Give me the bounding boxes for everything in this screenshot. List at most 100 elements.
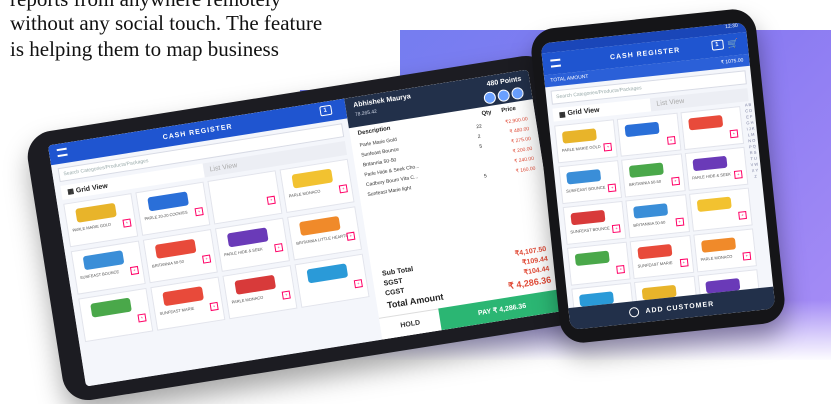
add-icon[interactable]: + bbox=[729, 129, 739, 139]
edit-icon[interactable] bbox=[510, 86, 525, 101]
product-tile[interactable]: + bbox=[680, 106, 745, 151]
product-image bbox=[700, 237, 736, 253]
grid-view-label: Grid View bbox=[75, 182, 109, 195]
product-tile[interactable]: PARLE MONACO + bbox=[692, 228, 757, 273]
product-tile[interactable]: + bbox=[688, 187, 753, 232]
product-tile[interactable]: + bbox=[617, 112, 682, 157]
add-icon[interactable]: + bbox=[274, 243, 284, 253]
add-icon[interactable]: + bbox=[738, 210, 747, 220]
product-tile[interactable]: SUNFEAST MARIE + bbox=[150, 276, 226, 331]
product-name: PARLE MARIE GOLD bbox=[72, 221, 112, 233]
header-title: CASH REGISTER bbox=[609, 46, 681, 61]
product-tile[interactable]: + bbox=[78, 287, 154, 343]
add-icon[interactable]: + bbox=[679, 258, 689, 268]
cart-icon[interactable]: 🛒 bbox=[727, 38, 740, 50]
add-icon[interactable]: + bbox=[666, 136, 676, 145]
phone-device: 12:30 CASH REGISTER 1 🛒 TOTAL AMOUNT ₹ 1… bbox=[529, 7, 787, 345]
product-image bbox=[154, 238, 197, 259]
product-tile[interactable]: PARLE MARIE GOLD + bbox=[63, 193, 139, 248]
list-view-label: List View bbox=[656, 97, 685, 108]
add-icon[interactable]: + bbox=[612, 224, 621, 234]
menu-icon[interactable] bbox=[550, 58, 562, 68]
phone-screen: 12:30 CASH REGISTER 1 🛒 TOTAL AMOUNT ₹ 1… bbox=[540, 22, 776, 330]
product-tile[interactable]: BRITANNIA 50-50 + bbox=[625, 194, 690, 239]
product-name: PARLE 20-20 COOKIES bbox=[144, 209, 188, 222]
add-icon[interactable]: + bbox=[209, 301, 219, 312]
menu-icon[interactable] bbox=[56, 147, 68, 158]
add-icon[interactable]: + bbox=[733, 170, 743, 179]
product-image bbox=[162, 286, 204, 307]
add-icon[interactable]: + bbox=[194, 207, 204, 217]
add-icon[interactable]: + bbox=[266, 195, 276, 205]
loyalty-points: 480 Points bbox=[486, 75, 522, 89]
cart-count-badge[interactable]: 1 bbox=[710, 39, 725, 51]
product-tile[interactable]: PARLE MONACO + bbox=[279, 158, 355, 214]
article-text: reports from anywhere remotely without a… bbox=[0, 0, 400, 90]
add-icon[interactable]: + bbox=[137, 313, 147, 323]
product-tile[interactable]: SUNFEAST BOUNCE + bbox=[558, 160, 623, 205]
product-tile[interactable]: PARLE MONACO + bbox=[222, 265, 298, 320]
product-image bbox=[696, 196, 732, 213]
product-image bbox=[82, 250, 125, 271]
list-view-label: List View bbox=[209, 161, 238, 173]
discount-icon[interactable] bbox=[483, 90, 497, 105]
note-icon[interactable] bbox=[496, 88, 511, 103]
product-tile[interactable]: SUNFEAST BOUNCE + bbox=[562, 200, 627, 245]
product-name: PARLE MONACO bbox=[231, 294, 264, 305]
product-image bbox=[219, 179, 262, 201]
cart-count-badge[interactable]: 1 bbox=[318, 104, 333, 117]
add-icon[interactable]: + bbox=[607, 183, 617, 193]
product-image bbox=[570, 209, 606, 226]
customer-phone: 78.265.42 bbox=[354, 108, 378, 119]
total-amount-value: ₹ 1075.00 bbox=[720, 57, 744, 66]
product-image bbox=[226, 227, 269, 248]
product-tile[interactable]: PARLE 20-20 COOKIES + bbox=[135, 181, 211, 236]
product-name: PARLE HIDE & SEEK bbox=[223, 246, 264, 258]
product-tile[interactable]: + bbox=[567, 241, 631, 286]
product-tile[interactable]: PARLE HIDE & SEEK + bbox=[684, 146, 749, 191]
add-icon[interactable]: + bbox=[603, 142, 613, 152]
add-icon[interactable]: + bbox=[742, 251, 752, 261]
product-tile[interactable]: SUNFEAST MARIE + bbox=[629, 234, 694, 280]
order-panel: Abhishek Maurya 78.265.42 480 Points Des… bbox=[344, 69, 567, 340]
add-icon[interactable]: + bbox=[670, 176, 680, 186]
product-panel: CASH REGISTER 1 Search Categories/Produc… bbox=[47, 98, 383, 387]
product-image bbox=[298, 215, 341, 237]
add-icon[interactable]: + bbox=[202, 254, 212, 264]
add-icon[interactable]: + bbox=[353, 279, 363, 289]
article-line: is helping them to map business bbox=[10, 37, 279, 61]
product-image bbox=[291, 168, 334, 189]
add-icon[interactable]: + bbox=[129, 265, 140, 276]
product-tile[interactable]: + bbox=[294, 253, 370, 308]
product-tile[interactable]: BRITANNIA 50-50 + bbox=[142, 229, 218, 284]
product-name: BRITANNIA 50-50 bbox=[628, 178, 662, 188]
product-tile[interactable]: SUNFEAST BOUNCE + bbox=[70, 240, 146, 295]
hold-button[interactable]: HOLD bbox=[378, 308, 442, 340]
add-icon[interactable]: + bbox=[122, 218, 132, 228]
add-icon[interactable]: + bbox=[675, 217, 684, 227]
product-tile[interactable]: PARLE HIDE & SEEK + bbox=[214, 217, 290, 272]
product-tile[interactable]: PARLE MARIE GOLD + bbox=[554, 119, 619, 164]
product-name: BRITANNIA 50-50 bbox=[151, 258, 185, 269]
product-name: PARLE MARIE GOLD bbox=[561, 143, 601, 153]
product-name: BRITANNIA 50-50 bbox=[633, 219, 666, 228]
item-qty: 5 bbox=[483, 173, 488, 180]
article-line: without any social touch. The feature bbox=[10, 11, 323, 35]
product-name: PARLE MONACO bbox=[288, 188, 321, 199]
product-image bbox=[306, 263, 349, 284]
product-name: SUNFEAST BOUNCE bbox=[565, 184, 606, 194]
product-image bbox=[637, 243, 673, 260]
add-icon[interactable]: + bbox=[338, 184, 348, 194]
add-icon[interactable]: + bbox=[616, 264, 626, 274]
add-icon[interactable]: + bbox=[281, 290, 291, 300]
product-tile[interactable]: + bbox=[207, 170, 283, 225]
product-tile[interactable]: BRITANNIA 50-50 + bbox=[621, 153, 686, 198]
product-name: SUNFEAST MARIE bbox=[159, 305, 195, 317]
product-name: SUNFEAST BOUNCE bbox=[570, 225, 610, 235]
add-icon[interactable]: + bbox=[346, 231, 356, 241]
product-tile[interactable]: BRITANNIA LITTLE HEARTS + bbox=[287, 206, 363, 261]
product-image bbox=[75, 202, 117, 223]
product-image bbox=[147, 191, 189, 212]
add-customer-label: ADD CUSTOMER bbox=[645, 300, 715, 315]
user-icon bbox=[629, 306, 641, 318]
